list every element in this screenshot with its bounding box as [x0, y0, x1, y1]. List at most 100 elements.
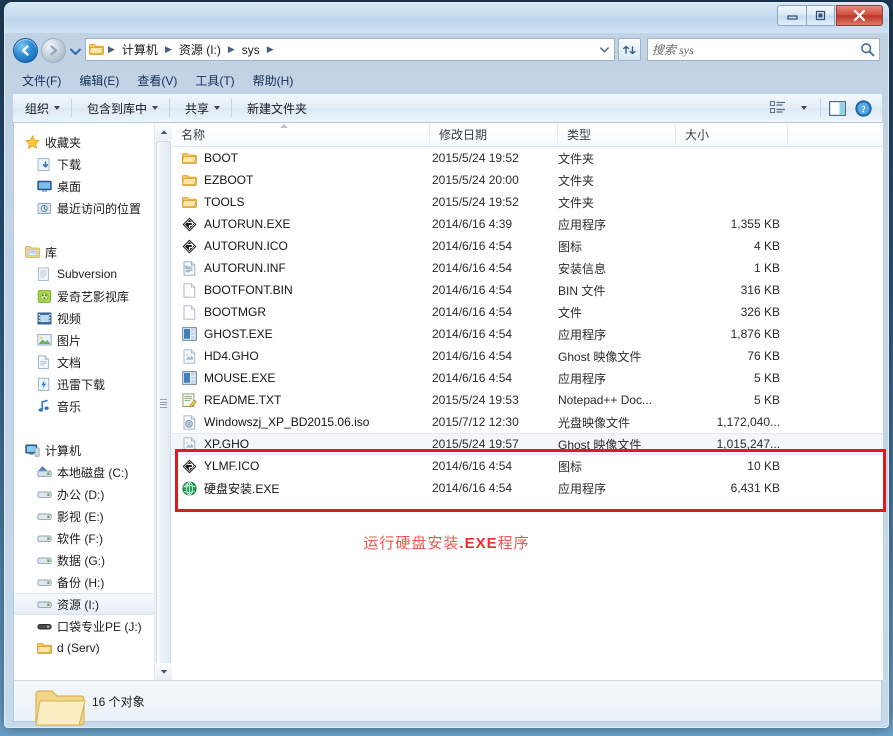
- navigation-scrollbar[interactable]: [154, 123, 171, 680]
- back-button[interactable]: [13, 38, 38, 63]
- nav-label: 办公 (D:): [57, 486, 104, 503]
- column-header-size[interactable]: 大小: [676, 123, 788, 146]
- maximize-button[interactable]: [806, 5, 835, 26]
- sidebar-item-documents[interactable]: 文档: [14, 351, 154, 373]
- nav-header-favorites[interactable]: 收藏夹: [14, 131, 154, 153]
- cell-name: 硬盘安装.EXE: [172, 480, 430, 497]
- nav-label: 收藏夹: [45, 134, 81, 151]
- menu-item-tools[interactable]: 工具(T): [186, 70, 243, 91]
- menu-item-edit[interactable]: 编辑(E): [70, 70, 128, 91]
- search-icon[interactable]: [860, 42, 875, 57]
- close-icon: [853, 10, 866, 21]
- file-name-label: TOOLS: [204, 195, 244, 209]
- sidebar-item-drive-d[interactable]: 办公 (D:): [14, 483, 154, 505]
- column-header-row: 名称 修改日期 类型 大小: [172, 123, 883, 147]
- table-row[interactable]: TOOLS2015/5/24 19:52文件夹: [172, 191, 883, 213]
- nav-label: 库: [45, 244, 57, 261]
- table-row[interactable]: EZBOOT2015/5/24 20:00文件夹: [172, 169, 883, 191]
- sidebar-item-drive-e[interactable]: 影视 (E:): [14, 505, 154, 527]
- cell-size: 10 KB: [676, 459, 788, 473]
- refresh-icon: [623, 43, 637, 57]
- gho-icon: [181, 348, 197, 364]
- recent-locations-button[interactable]: [69, 46, 81, 56]
- table-row[interactable]: MOUSE.EXE2014/6/16 4:54应用程序5 KB: [172, 367, 883, 389]
- sidebar-item-subversion[interactable]: Subversion: [14, 263, 154, 285]
- table-row[interactable]: Windowszj_XP_BD2015.06.iso2015/7/12 12:3…: [172, 411, 883, 433]
- table-row[interactable]: XP.GHO2015/5/24 19:57Ghost 映像文件1,015,247…: [172, 433, 883, 455]
- toolbar-organize-button[interactable]: 组织: [17, 97, 68, 120]
- cell-name: AUTORUN.EXE: [172, 216, 430, 232]
- help-icon[interactable]: ?: [850, 97, 876, 119]
- cell-type: Notepad++ Doc...: [558, 393, 676, 407]
- sidebar-item-drive-j[interactable]: 口袋专业PE (J:): [14, 615, 154, 637]
- app-window-icon: [181, 326, 197, 342]
- table-row[interactable]: AUTORUN.INF2014/6/16 4:54安装信息1 KB: [172, 257, 883, 279]
- sidebar-item-thunder-downloads[interactable]: 迅雷下载: [14, 373, 154, 395]
- nav-header-computer[interactable]: 计算机: [14, 439, 154, 461]
- sidebar-item-local-disk-c[interactable]: 本地磁盘 (C:): [14, 461, 154, 483]
- sidebar-item-videos[interactable]: 视频: [14, 307, 154, 329]
- sidebar-item-d-serv[interactable]: d (Serv): [14, 637, 154, 659]
- nav-spacer: [14, 417, 154, 431]
- address-folder-icon: [88, 42, 104, 58]
- menu-item-view[interactable]: 查看(V): [128, 70, 186, 91]
- scroll-down-button[interactable]: [155, 663, 172, 680]
- sidebar-item-desktop[interactable]: 桌面: [14, 175, 154, 197]
- table-row[interactable]: 硬盘安装.EXE2014/6/16 4:54应用程序6,431 KB: [172, 477, 883, 499]
- preview-pane-icon[interactable]: [824, 97, 850, 119]
- cell-modified-date: 2014/6/16 4:54: [430, 305, 558, 319]
- nav-label: 文档: [57, 354, 81, 371]
- cell-modified-date: 2015/5/24 20:00: [430, 173, 558, 187]
- drive-icon: [36, 552, 52, 568]
- menu-item-help[interactable]: 帮助(H): [244, 70, 303, 91]
- chevron-down-icon: [214, 106, 220, 110]
- column-header-name[interactable]: 名称: [172, 123, 430, 146]
- maximize-icon: [815, 10, 826, 21]
- sidebar-item-drive-h[interactable]: 备份 (H:): [14, 571, 154, 593]
- menu-item-file[interactable]: 文件(F): [13, 70, 70, 91]
- sidebar-item-downloads[interactable]: 下载: [14, 153, 154, 175]
- view-caret-icon[interactable]: [791, 97, 817, 119]
- table-row[interactable]: GHOST.EXE2014/6/16 4:54应用程序1,876 KB: [172, 323, 883, 345]
- table-row[interactable]: AUTORUN.ICO2014/6/16 4:54图标4 KB: [172, 235, 883, 257]
- breadcrumb-separator: ▶: [224, 45, 239, 54]
- table-row[interactable]: BOOTMGR2014/6/16 4:54文件326 KB: [172, 301, 883, 323]
- nav-label: 数据 (G:): [57, 552, 105, 569]
- sidebar-item-iqiyi[interactable]: 爱奇艺影视库: [14, 285, 154, 307]
- breadcrumb-item-0[interactable]: 计算机: [119, 39, 161, 60]
- cell-type: 应用程序: [558, 480, 676, 497]
- toolbar-include-in-library-button[interactable]: 包含到库中: [79, 97, 166, 120]
- cell-size: 6,431 KB: [676, 481, 788, 495]
- close-button[interactable]: [836, 5, 883, 26]
- column-header-type[interactable]: 类型: [558, 123, 676, 146]
- toolbar-share-button[interactable]: 共享: [177, 97, 228, 120]
- forward-button[interactable]: [41, 38, 66, 63]
- table-row[interactable]: YLMF.ICO2014/6/16 4:54图标10 KB: [172, 455, 883, 477]
- cell-name: MOUSE.EXE: [172, 370, 430, 386]
- scroll-up-button[interactable]: [155, 123, 172, 140]
- search-input[interactable]: 搜索 sys: [647, 38, 880, 61]
- sidebar-item-music[interactable]: 音乐: [14, 395, 154, 417]
- address-dropdown-button[interactable]: [596, 39, 612, 60]
- view-list-icon[interactable]: [765, 97, 791, 119]
- sidebar-item-drive-i[interactable]: 资源 (I:): [14, 593, 154, 615]
- address-input[interactable]: ▶ 计算机 ▶ 资源 (I:) ▶ sys ▶: [85, 38, 615, 61]
- sidebar-item-recent-places[interactable]: 最近访问的位置: [14, 197, 154, 219]
- table-row[interactable]: HD4.GHO2014/6/16 4:54Ghost 映像文件76 KB: [172, 345, 883, 367]
- table-row[interactable]: README.TXT2015/5/24 19:53Notepad++ Doc..…: [172, 389, 883, 411]
- chevron-down-icon: [801, 106, 807, 110]
- refresh-button[interactable]: [618, 38, 641, 61]
- sidebar-item-pictures[interactable]: 图片: [14, 329, 154, 351]
- breadcrumb-item-2[interactable]: sys: [239, 39, 263, 60]
- nav-label: 爱奇艺影视库: [57, 288, 129, 305]
- column-header-date[interactable]: 修改日期: [430, 123, 558, 146]
- minimize-button[interactable]: [777, 5, 806, 26]
- toolbar-new-folder-button[interactable]: 新建文件夹: [239, 97, 315, 120]
- table-row[interactable]: BOOTFONT.BIN2014/6/16 4:54BIN 文件316 KB: [172, 279, 883, 301]
- table-row[interactable]: AUTORUN.EXE2014/6/16 4:39应用程序1,355 KB: [172, 213, 883, 235]
- scrollbar-thumb[interactable]: [156, 141, 171, 666]
- nav-header-libraries[interactable]: 库: [14, 241, 154, 263]
- breadcrumb-item-1[interactable]: 资源 (I:): [176, 39, 224, 60]
- cell-type: 安装信息: [558, 260, 676, 277]
- table-row[interactable]: BOOT2015/5/24 19:52文件夹: [172, 147, 883, 169]
